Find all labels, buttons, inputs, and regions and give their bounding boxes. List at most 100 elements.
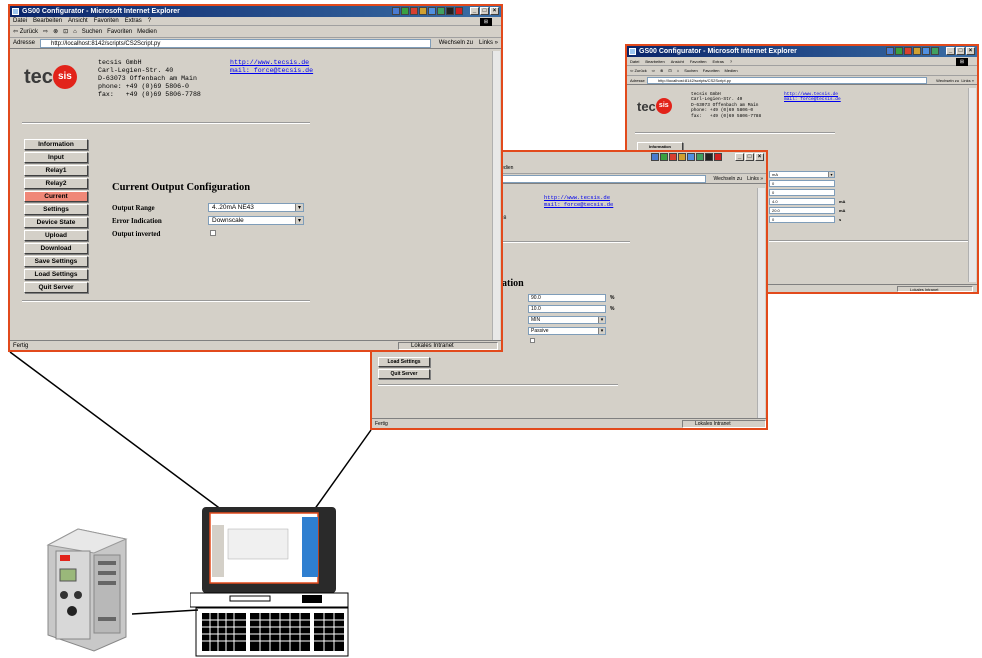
toolbar: ⇦ Zurück ⇨ ⊗ ⊡ ⌂ Suchen Favoriten Medien (627, 66, 977, 76)
back-button[interactable]: ⇦ Zurück (630, 68, 647, 73)
back-field-2[interactable]: 0 (769, 180, 835, 187)
divider (378, 384, 618, 386)
maximize-button[interactable]: □ (745, 153, 754, 161)
nav-load-settings-button[interactable]: Load Settings (24, 269, 88, 280)
vertical-scrollbar[interactable] (757, 188, 765, 418)
company-links: http://www.tecsis.de mail: force@tecsis.… (544, 194, 613, 209)
field-upper[interactable]: 90.0 (528, 294, 606, 302)
device-knob-3 (67, 606, 77, 616)
menu-ansicht[interactable]: Ansicht (671, 59, 684, 64)
close-button[interactable]: × (966, 47, 975, 55)
go-button[interactable]: Wechseln zu (439, 38, 473, 49)
stop-button[interactable]: ⊗ (53, 29, 58, 35)
nav-current-button[interactable]: Current (24, 191, 88, 202)
menu-bearbeiten[interactable]: Bearbeiten (645, 59, 664, 64)
menu-help[interactable]: ? (148, 18, 151, 24)
links-button[interactable]: Links » (961, 76, 974, 85)
status-bar: Fertig Lokales Intranet (372, 418, 766, 428)
menu-favoriten[interactable]: Favoriten (690, 59, 707, 64)
refresh-button[interactable]: ⊡ (63, 29, 68, 35)
minimize-button[interactable]: _ (735, 153, 744, 161)
page-content: tec sis tecsis GmbH Carl-Legien-Str. 40 D… (12, 51, 491, 340)
menu-ansicht[interactable]: Ansicht (68, 18, 88, 24)
close-button[interactable]: × (490, 7, 499, 15)
back-field-4[interactable]: 4.0 (769, 198, 835, 205)
checkbox[interactable] (530, 338, 535, 343)
forward-button[interactable]: ⇨ (652, 68, 655, 73)
website-link[interactable]: http://www.tecsis.de (230, 59, 313, 67)
title-bar: GS00 Configurator - Microsoft Internet E… (10, 6, 501, 17)
nav-save-settings-button[interactable]: Save Settings (24, 256, 88, 267)
company-address: tecsis GmbH Carl-Legien-Str. 40 D-63073 … (98, 59, 201, 98)
back-button[interactable]: ⇦ Zurück (13, 29, 38, 35)
error-indication-select[interactable]: Downscale ▾ (208, 216, 304, 225)
favorites-button[interactable]: Favoriten (703, 68, 720, 73)
media-button[interactable]: Medien (724, 68, 737, 73)
address-bar: Adresse http://localhost:8142/scripts/CS… (627, 76, 977, 85)
back-field-1[interactable]: mA ▾ (769, 171, 835, 178)
address-input[interactable]: http://localhost:8142/scripts/CS2Script.… (40, 39, 431, 48)
home-button[interactable]: ⌂ (73, 29, 77, 35)
favorites-button[interactable]: Favoriten (107, 29, 132, 35)
status-text: Fertig (375, 421, 388, 427)
search-button[interactable]: Suchen (684, 68, 698, 73)
maximize-button[interactable]: □ (956, 47, 965, 55)
tecsis-logo: tec sis (637, 98, 672, 114)
vertical-scrollbar[interactable] (492, 51, 500, 340)
field-lower[interactable]: 10.0 (528, 305, 606, 313)
nav-information-button[interactable]: Information (24, 139, 88, 150)
back-field-6[interactable]: 0 (769, 216, 835, 223)
back-field-5[interactable]: 20.0 (769, 207, 835, 214)
menu-bearbeiten[interactable]: Bearbeiten (33, 18, 62, 24)
nav-load-settings-button[interactable]: Load Settings (378, 357, 430, 367)
stop-button[interactable]: ⊗ (660, 68, 663, 73)
minimize-button[interactable]: _ (946, 47, 955, 55)
forward-button[interactable]: ⇨ (43, 29, 48, 35)
address-input[interactable]: http://localhost:8142/scripts/CS2Script.… (647, 77, 927, 84)
nav-download-button[interactable]: Download (24, 243, 88, 254)
links-button[interactable]: Links » (747, 174, 763, 184)
links-button[interactable]: Links » (479, 38, 498, 49)
maximize-button[interactable]: □ (480, 7, 489, 15)
output-range-select[interactable]: 4..20mA NE43 ▾ (208, 203, 304, 212)
browser-window-front: GS00 Configurator - Microsoft Internet E… (8, 4, 503, 352)
status-zone: Lokales Intranet (398, 342, 498, 350)
menu-datei[interactable]: Datei (13, 18, 27, 24)
select-mode[interactable]: MIN ▾ (528, 316, 606, 324)
window-title: GS00 Configurator - Microsoft Internet E… (22, 8, 180, 15)
menu-extras[interactable]: Extras (125, 18, 142, 24)
select-type[interactable]: Passive ▾ (528, 327, 606, 335)
search-button[interactable]: Suchen (82, 29, 102, 35)
refresh-button[interactable]: ⊡ (668, 68, 671, 73)
email-link[interactable]: mail: force@tecsis.de (230, 67, 313, 75)
home-button[interactable]: ⌂ (677, 68, 679, 73)
menu-datei[interactable]: Datei (630, 59, 639, 64)
menu-extras[interactable]: Extras (713, 59, 724, 64)
nav-quit-server-button[interactable]: Quit Server (378, 369, 430, 379)
close-button[interactable]: × (755, 153, 764, 161)
vertical-scrollbar[interactable] (968, 88, 976, 282)
toolbar-icons (886, 47, 939, 55)
go-button[interactable]: Wechseln zu (936, 76, 959, 85)
back-field-3[interactable]: 0 (769, 189, 835, 196)
email-link[interactable]: mail: force@tecsis.de (544, 201, 613, 209)
output-inverted-checkbox[interactable] (210, 230, 216, 236)
nav-quit-server-button[interactable]: Quit Server (24, 282, 88, 293)
email-link[interactable]: mail: force@tecsis.de (784, 97, 841, 102)
nav-device-state-button[interactable]: Device State (24, 217, 88, 228)
go-button[interactable]: Wechseln zu (713, 174, 742, 184)
device-cable (132, 609, 199, 615)
menu-favoriten[interactable]: Favoriten (94, 18, 119, 24)
nav-input-button[interactable]: Input (24, 152, 88, 163)
minimize-button[interactable]: _ (470, 7, 479, 15)
nav-upload-button[interactable]: Upload (24, 230, 88, 241)
nav-relay1-button[interactable]: Relay1 (24, 165, 88, 176)
nav-relay2-button[interactable]: Relay2 (24, 178, 88, 189)
address-label: Adresse (13, 40, 36, 46)
unit-label: mA (839, 208, 846, 213)
menu-help[interactable]: ? (730, 59, 732, 64)
nav-settings-button[interactable]: Settings (24, 204, 88, 215)
ie-icon (629, 48, 636, 55)
error-indication-label: Error Indication (112, 217, 162, 225)
media-button[interactable]: Medien (137, 29, 157, 35)
